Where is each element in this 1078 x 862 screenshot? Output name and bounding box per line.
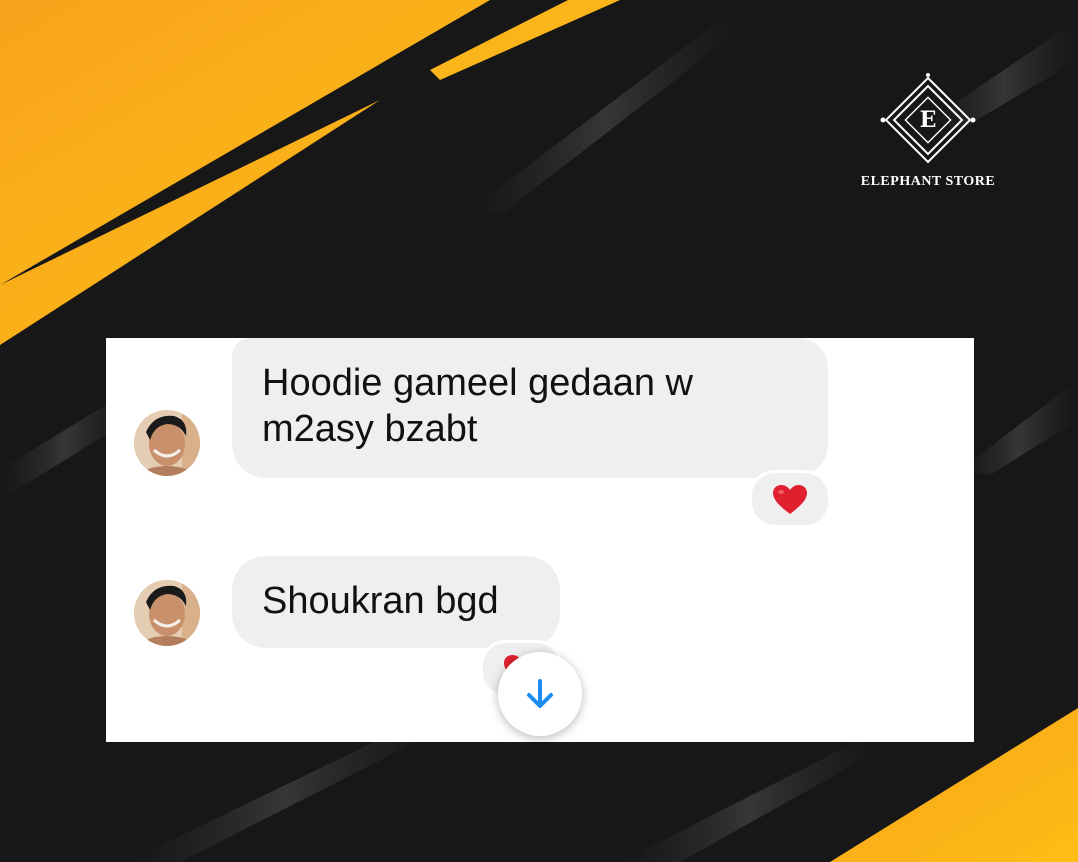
message-text: Shoukran bgd	[262, 580, 499, 622]
heart-icon	[773, 485, 807, 514]
message-bubble[interactable]: Shoukran bgd	[232, 556, 560, 648]
arrow-down-icon	[527, 679, 553, 708]
scroll-to-bottom-button[interactable]	[498, 652, 582, 736]
promo-canvas: E ELEPHANT STORE Hoodie gameel gedaan w …	[0, 0, 1078, 862]
message-text: Hoodie gameel gedaan w m2asy bzabt	[262, 362, 693, 450]
sender-avatar[interactable]	[134, 580, 200, 646]
brand-logo: E ELEPHANT STORE	[840, 72, 1016, 202]
message-reaction[interactable]	[749, 470, 831, 528]
logo-letter: E	[919, 107, 937, 133]
chat-screenshot: Hoodie gameel gedaan w m2asy bzabt Shouk…	[106, 338, 974, 742]
brand-name: ELEPHANT STORE	[860, 174, 996, 189]
message-bubble[interactable]: Hoodie gameel gedaan w m2asy bzabt	[232, 338, 828, 478]
sender-avatar[interactable]	[134, 410, 200, 476]
